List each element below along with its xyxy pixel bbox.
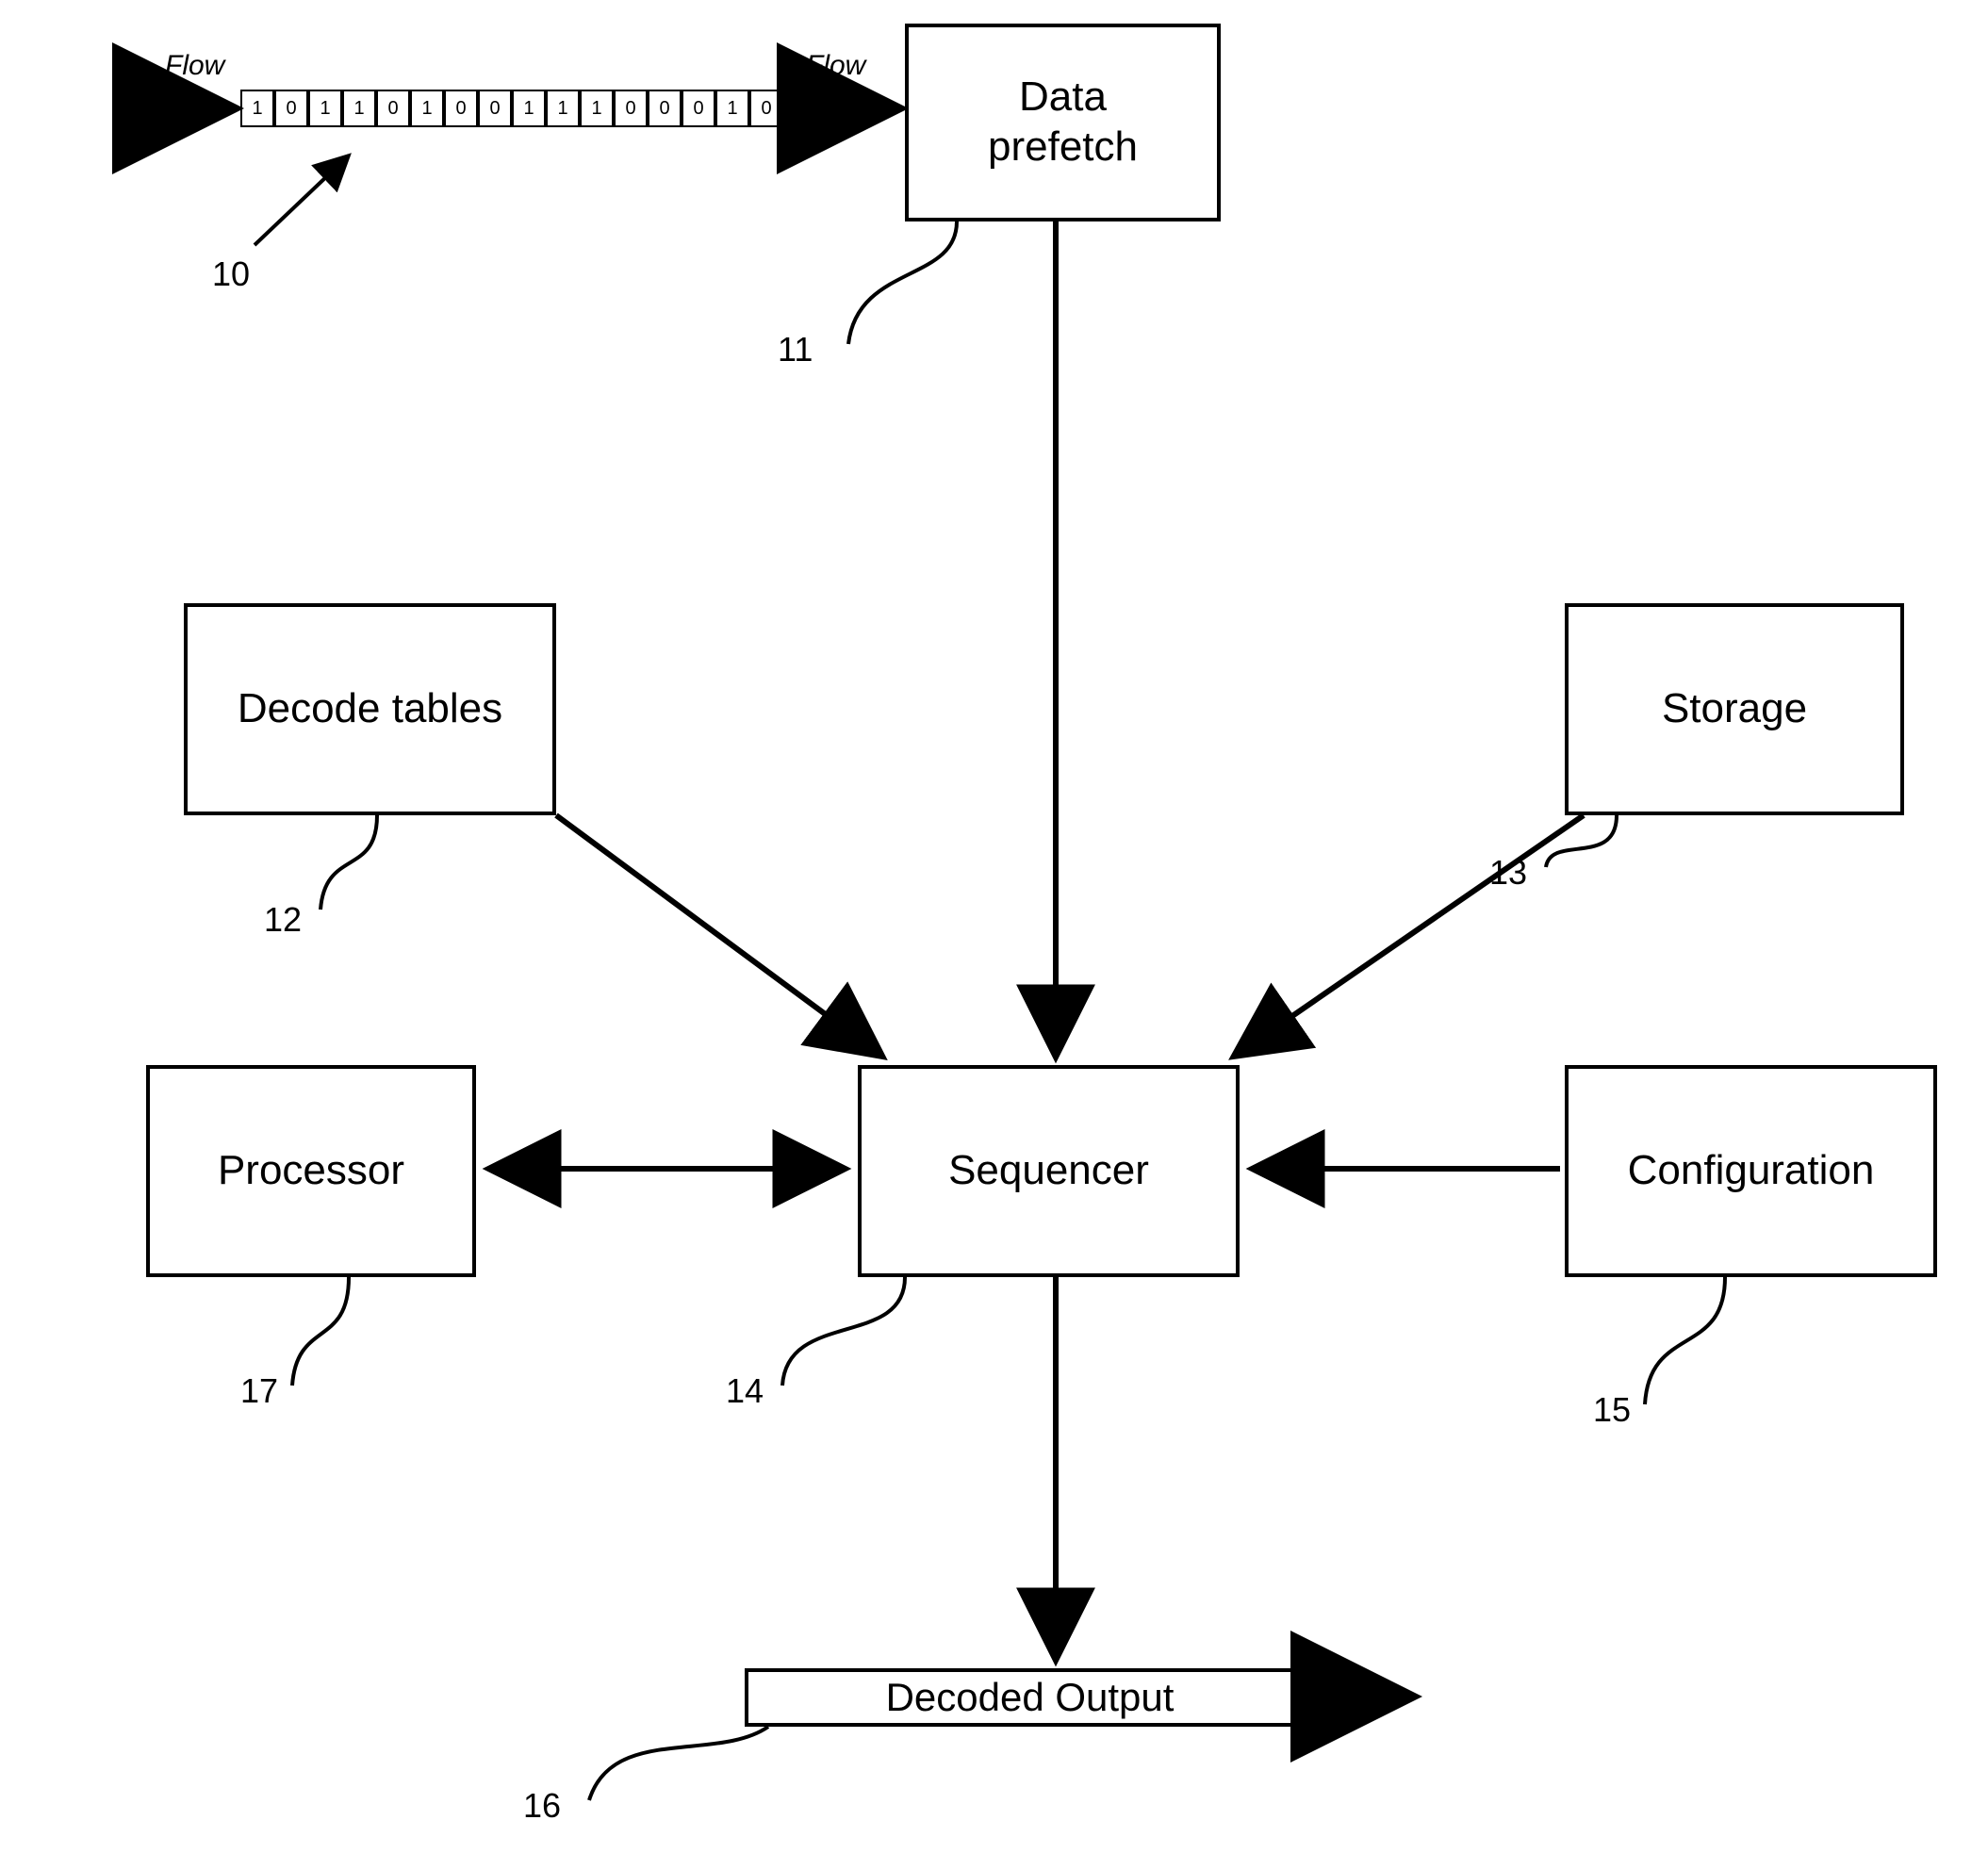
arrow-storage-to-sequencer-icon xyxy=(1235,815,1584,1056)
bit-cell: 1 xyxy=(308,90,342,127)
flow-label-left: Flow xyxy=(165,50,224,82)
flow-label-right: Flow xyxy=(806,50,865,82)
bit-cell: 0 xyxy=(376,90,410,127)
bit-cell: 1 xyxy=(410,90,444,127)
box-decode-tables: Decode tables xyxy=(184,603,556,815)
diagram-stage: Flow Flow 1011010011100010 Dataprefetch … xyxy=(0,0,1988,1853)
bit-cell: 0 xyxy=(614,90,648,127)
lead-11-icon xyxy=(848,221,957,344)
label-storage: Storage xyxy=(1662,684,1807,734)
ref-decode-tables: 12 xyxy=(264,900,302,940)
bit-cell: 0 xyxy=(749,90,783,127)
lead-12-icon xyxy=(320,815,377,910)
bit-cell: 1 xyxy=(715,90,749,127)
label-processor: Processor xyxy=(218,1146,404,1196)
box-sequencer: Sequencer xyxy=(858,1065,1240,1277)
bit-cell: 0 xyxy=(648,90,682,127)
bit-cell: 0 xyxy=(478,90,512,127)
bit-cell: 1 xyxy=(546,90,580,127)
bit-cell: 0 xyxy=(274,90,308,127)
bit-cell: 1 xyxy=(240,90,274,127)
arrow-decode-to-sequencer-icon xyxy=(556,815,881,1056)
lead-17-icon xyxy=(292,1277,349,1386)
label-sequencer: Sequencer xyxy=(948,1146,1149,1196)
bit-cell: 0 xyxy=(444,90,478,127)
box-storage: Storage xyxy=(1565,603,1904,815)
label-decode-tables: Decode tables xyxy=(238,684,502,734)
bit-cell: 1 xyxy=(512,90,546,127)
lead-16-icon xyxy=(589,1727,768,1800)
bit-cell: 0 xyxy=(682,90,715,127)
ref-bitstream: 10 xyxy=(212,254,250,294)
ref-processor: 17 xyxy=(240,1371,278,1411)
ref-decoded-output: 16 xyxy=(523,1786,561,1826)
ref-storage: 13 xyxy=(1489,853,1527,893)
box-configuration: Configuration xyxy=(1565,1065,1937,1277)
ref-sequencer: 14 xyxy=(726,1371,764,1411)
lead-15-icon xyxy=(1645,1277,1725,1404)
box-data-prefetch: Dataprefetch xyxy=(905,24,1221,221)
lead-14-icon xyxy=(782,1277,905,1386)
bit-cell: 1 xyxy=(342,90,376,127)
label-data-prefetch: Dataprefetch xyxy=(988,73,1138,172)
ref-configuration: 15 xyxy=(1593,1390,1631,1430)
box-decoded-output: Decoded Output xyxy=(745,1668,1315,1727)
label-configuration: Configuration xyxy=(1628,1146,1875,1196)
ref-data-prefetch: 11 xyxy=(778,330,813,369)
label-decoded-output: Decoded Output xyxy=(886,1674,1175,1721)
lead-13-icon xyxy=(1546,815,1617,867)
bit-cell: 1 xyxy=(580,90,614,127)
box-processor: Processor xyxy=(146,1065,476,1277)
ref-arrow-bitstream-icon xyxy=(255,156,349,245)
